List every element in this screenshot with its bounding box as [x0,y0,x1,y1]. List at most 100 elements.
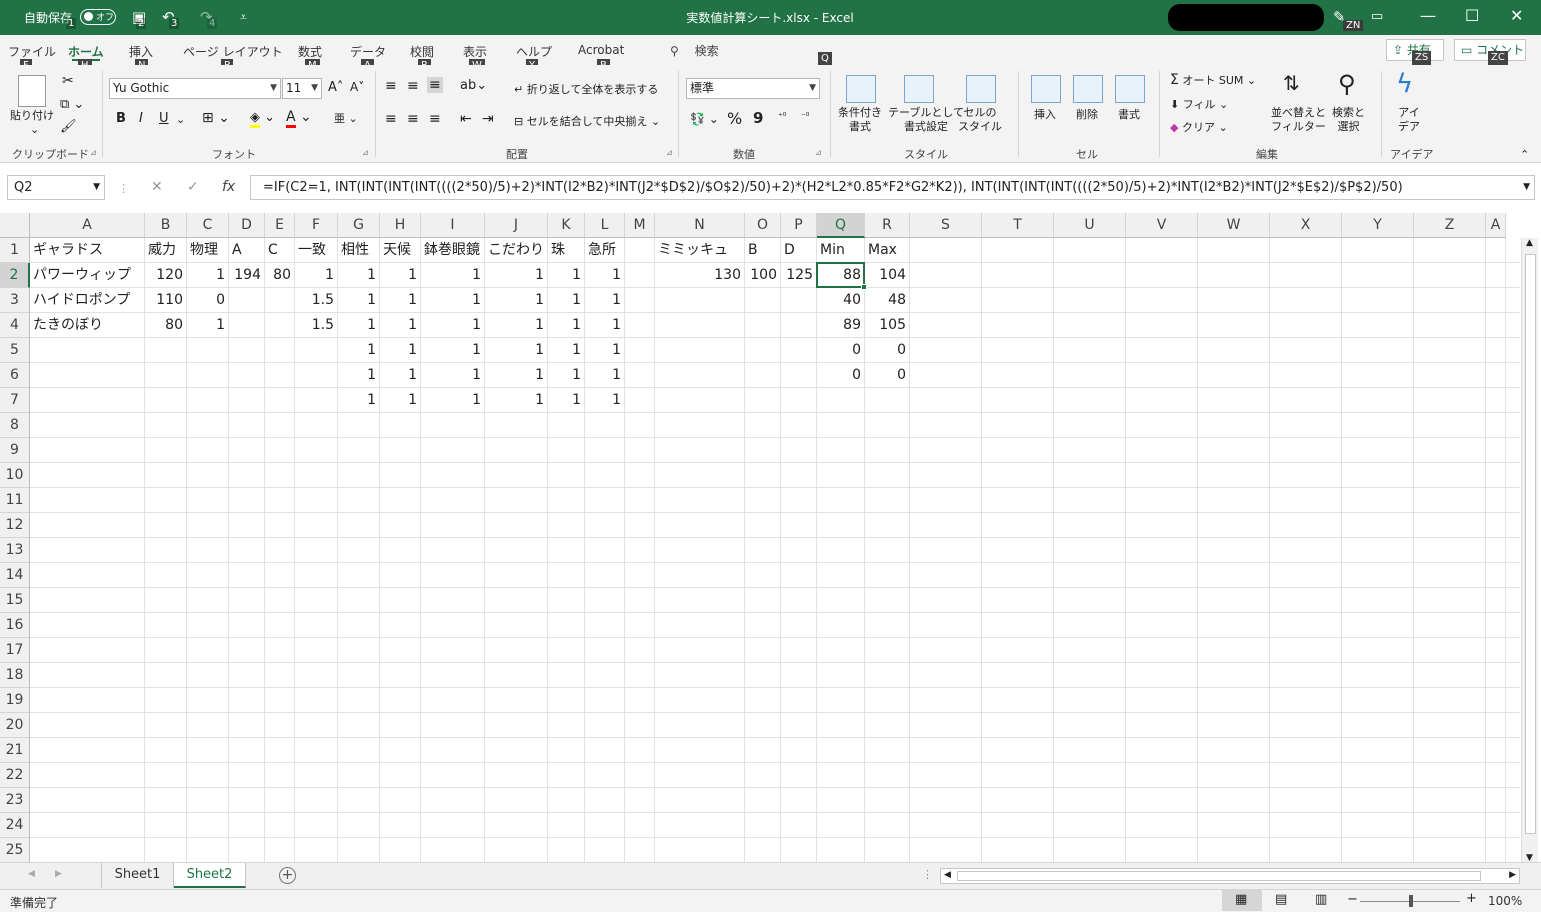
cell-N2[interactable]: 130 [655,263,744,288]
cell-G3[interactable]: 1 [338,288,379,313]
cell-A4[interactable]: たきのぼり [30,313,144,338]
cell-A3[interactable]: ハイドロポンプ [30,288,144,313]
prev-sheet-icon[interactable]: ◀ [28,869,35,879]
autosave-toggle[interactable]: オフ [80,9,116,25]
cell-G6[interactable]: 1 [338,363,379,388]
italic-button[interactable]: I [139,111,143,126]
zoom-in-icon[interactable]: + [1466,891,1477,906]
cell-styles-button[interactable]: セルの スタイル [958,106,1002,134]
cell-D1[interactable]: A [229,238,264,263]
cell-B2[interactable]: 120 [145,263,186,288]
cell-Q1[interactable]: Min [817,238,864,263]
select-all-corner[interactable] [0,213,30,238]
cell-K1[interactable]: 珠 [548,238,584,263]
cell-H1[interactable]: 天候 [380,238,420,263]
cell-D2[interactable]: 194 [229,263,264,288]
cell-P2[interactable]: 125 [781,263,816,288]
tab-page-layout[interactable]: ページ レイアウト [183,43,283,60]
cell-J4[interactable]: 1 [485,313,547,338]
cell-K6[interactable]: 1 [548,363,584,388]
clear-button[interactable]: ◆ クリア ⌄ [1170,119,1228,135]
cell-O1[interactable]: B [745,238,780,263]
cell-H3[interactable]: 1 [380,288,420,313]
row-header[interactable]: 5 [0,338,30,363]
cell-J1[interactable]: こだわり [485,238,547,263]
align-top-icon[interactable]: ≡ [385,78,397,94]
percent-button[interactable]: % [727,109,742,128]
cell-P1[interactable]: D [781,238,816,263]
tab-help[interactable]: ヘルプ [516,43,552,60]
scroll-up-icon[interactable]: ▲ [1526,238,1533,248]
column-header[interactable]: N [655,213,745,238]
column-header[interactable]: O [745,213,781,238]
page-layout-view-icon[interactable]: ▤ [1275,892,1287,907]
cell-J3[interactable]: 1 [485,288,547,313]
sheet-tab-sheet1[interactable]: Sheet1 [101,863,174,888]
font-size-combo[interactable]: 11 ▼ [282,78,322,99]
align-left-icon[interactable]: ≡ [385,111,397,127]
row-header[interactable]: 25 [0,838,30,863]
row-header[interactable]: 18 [0,663,30,688]
alignment-launcher-icon[interactable]: ⊿ [666,148,673,157]
bold-button[interactable]: B [116,111,126,126]
tab-home[interactable]: ホーム [68,43,104,61]
conditional-format-icon[interactable] [846,75,876,103]
tab-insert[interactable]: 挿入 [129,43,153,60]
cell-O2[interactable]: 100 [745,263,780,288]
paste-button[interactable]: 貼り付け [10,107,54,123]
delete-cells-button[interactable]: 削除 [1076,106,1098,122]
add-sheet-button[interactable]: + [279,867,296,884]
column-header[interactable]: G [338,213,380,238]
tab-view[interactable]: 表示 [463,43,487,60]
row-header[interactable]: 23 [0,788,30,813]
decrease-decimal-icon[interactable]: ⁻⁰ [801,112,809,122]
cell-L7[interactable]: 1 [585,388,624,413]
row-header[interactable]: 17 [0,638,30,663]
fill-button[interactable]: ⬇ フィル ⌄ [1170,96,1228,112]
ribbon-display-icon[interactable]: ▭ [1371,9,1383,24]
row-header[interactable]: 12 [0,513,30,538]
cell-A2[interactable]: パワーウィップ [30,263,144,288]
cell-E1[interactable]: C [265,238,294,263]
minimize-icon[interactable]: — [1420,6,1436,25]
column-header[interactable]: T [982,213,1054,238]
cell-R2[interactable]: 104 [865,263,909,288]
cell-G5[interactable]: 1 [338,338,379,363]
tab-formulas[interactable]: 数式 [298,43,322,60]
format-painter-icon[interactable]: 🖌 [60,119,77,134]
fill-color-icon[interactable]: ◈ ⌄ [250,110,275,128]
cell-Q3[interactable]: 40 [817,288,864,313]
column-header[interactable]: S [910,213,982,238]
cell-C3[interactable]: 0 [187,288,228,313]
align-right-icon[interactable]: ≡ [429,111,441,127]
row-header[interactable]: 24 [0,813,30,838]
cell-Q6[interactable]: 0 [817,363,864,388]
column-header[interactable]: Y [1342,213,1414,238]
column-header[interactable]: A [30,213,145,238]
increase-indent-icon[interactable]: ⇥ [482,111,494,127]
underline-button[interactable]: U [159,111,169,126]
cell-R3[interactable]: 48 [865,288,909,313]
cell-styles-icon[interactable] [966,75,996,103]
align-middle-icon[interactable]: ≡ [407,78,419,94]
cell-J7[interactable]: 1 [485,388,547,413]
zoom-level[interactable]: 100% [1488,894,1522,908]
row-header[interactable]: 6 [0,363,30,388]
cell-F4[interactable]: 1.5 [295,313,337,338]
cell-G4[interactable]: 1 [338,313,379,338]
cell-L4[interactable]: 1 [585,313,624,338]
comma-button[interactable]: 9 [753,109,763,127]
font-launcher-icon[interactable]: ⊿ [362,148,369,157]
column-header[interactable]: U [1054,213,1126,238]
number-format-combo[interactable]: 標準 ▼ [686,78,820,99]
cell-F2[interactable]: 1 [295,263,337,288]
fill-handle[interactable] [861,284,867,290]
row-header[interactable]: 8 [0,413,30,438]
cell-L6[interactable]: 1 [585,363,624,388]
format-cells-button[interactable]: 書式 [1118,106,1140,122]
cell-B3[interactable]: 110 [145,288,186,313]
row-header[interactable]: 10 [0,463,30,488]
column-header[interactable]: I [421,213,485,238]
column-header[interactable]: K [548,213,585,238]
column-header[interactable]: D [229,213,265,238]
